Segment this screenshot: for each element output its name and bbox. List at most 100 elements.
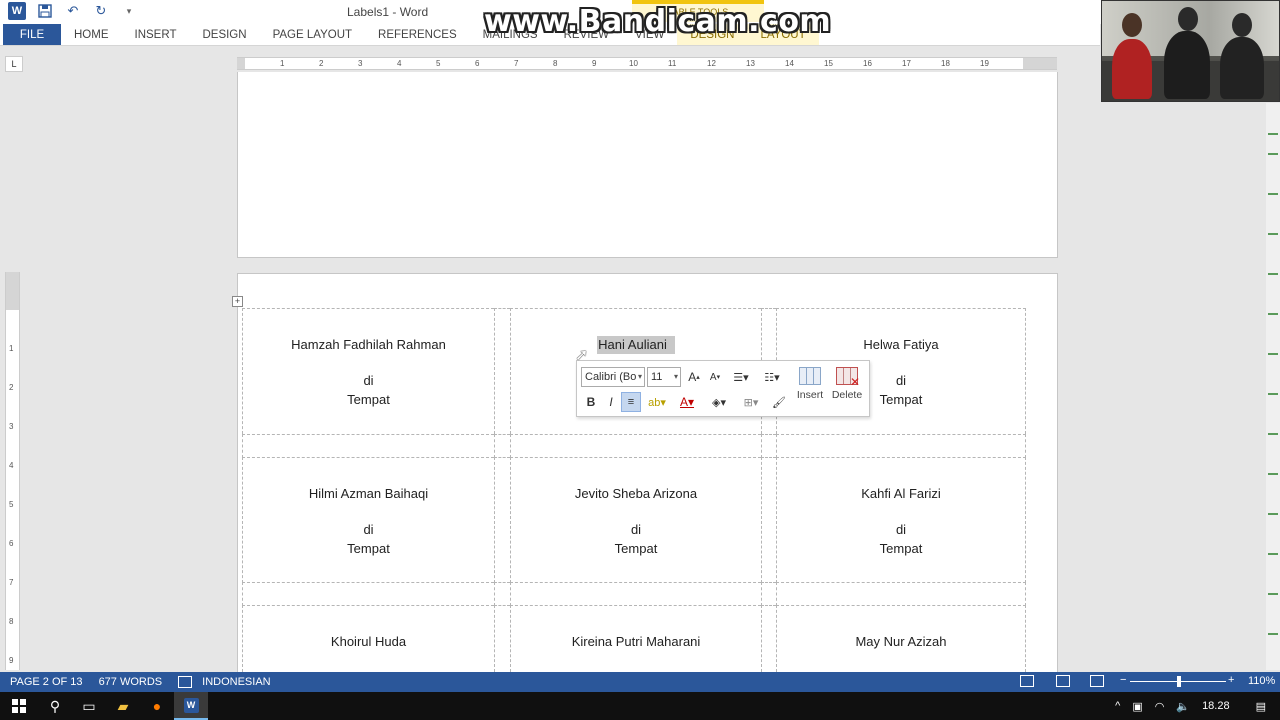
tab-selector[interactable]: L [5,56,23,72]
tab-home[interactable]: HOME [61,24,122,45]
delete-table-icon [836,367,860,389]
word-taskbar-icon[interactable]: W [174,692,208,720]
windows-taskbar: ⚲ ▭ ▰ ● W ^ ▣ ◠ 🔈 18.28 ▤ [0,692,1280,720]
start-button[interactable] [0,692,38,720]
label-cell[interactable]: Khoirul Huda [242,605,494,673]
delete-label: Delete [831,389,863,401]
zoom-in-button[interactable]: + [1228,674,1234,686]
tab-insert[interactable]: INSERT [122,24,190,45]
tab-page-layout[interactable]: PAGE LAYOUT [260,24,365,45]
gap-cell[interactable] [776,582,1026,606]
borders-icon[interactable]: ⊞▾ [737,392,765,412]
gap-cell[interactable] [510,582,761,606]
spacer-cell[interactable] [494,308,510,434]
web-layout-icon[interactable] [1090,675,1104,687]
scroll-marker [1268,593,1278,595]
grow-font-icon[interactable]: A ▴ [686,367,702,387]
clock[interactable]: 18.28 [1202,700,1230,712]
ruler-tick: 17 [902,59,911,68]
scroll-marker [1268,273,1278,275]
gap-cell[interactable] [242,582,494,606]
spacer-cell[interactable] [761,605,776,673]
proofing-icon[interactable] [178,676,193,688]
page-count[interactable]: PAGE 2 OF 13 [10,676,83,688]
chevron-up-icon[interactable]: ^ [1115,700,1120,712]
notification-icon[interactable]: ▤ [1256,700,1266,713]
shrink-font-icon[interactable]: A ▾ [707,367,723,387]
zoom-out-button[interactable]: − [1120,674,1126,686]
label-cell[interactable]: Hamzah Fadhilah Rahman di Tempat [242,308,494,434]
ruler-tick: 1 [280,59,285,68]
zoom-level[interactable]: 110% [1248,675,1275,687]
ruler-top-margin [6,272,19,310]
word-count[interactable]: 677 WORDS [99,676,163,688]
ruler-tick: 10 [629,59,638,68]
ruler-tick: 6 [9,539,14,548]
scroll-marker [1268,353,1278,355]
search-icon[interactable]: ⚲ [38,692,72,720]
ruler-tick: 13 [746,59,755,68]
insert-table-icon [799,367,821,385]
align-center-icon[interactable]: ≡ [621,392,641,412]
bullets-icon[interactable]: ☰▾ [729,367,753,387]
windows-icon [12,699,26,713]
highlight-icon[interactable]: ab▾ [644,392,670,412]
label-cell[interactable]: Jevito Sheba Arizona di Tempat [510,457,761,583]
customize-qat-icon[interactable]: ▾ [120,2,138,20]
page-1[interactable] [237,72,1058,258]
read-mode-icon[interactable] [1020,675,1034,687]
file-explorer-icon[interactable]: ▰ [106,692,140,720]
network-icon[interactable]: ▣ [1132,700,1142,713]
table-move-handle-icon[interactable]: + [232,296,243,307]
tab-references[interactable]: REFERENCES [365,24,470,45]
volume-icon[interactable]: 🔈 [1176,700,1190,713]
gap-cell[interactable] [494,582,510,606]
numbering-icon[interactable]: ☷▾ [760,367,784,387]
tab-design[interactable]: DESIGN [189,24,259,45]
label-name: Kireina Putri Maharani [571,634,701,649]
gap-cell[interactable] [776,434,1026,458]
scroll-marker [1268,233,1278,235]
gap-cell[interactable] [761,582,776,606]
horizontal-ruler[interactable]: 1 2 3 4 5 6 7 8 9 10 11 12 13 14 15 16 1… [237,57,1057,70]
italic-button[interactable]: I [603,392,619,412]
firefox-icon[interactable]: ● [140,692,174,720]
ruler-tick: 9 [9,656,14,665]
label-cell[interactable]: May Nur Azizah [776,605,1026,673]
bold-button[interactable]: B [583,392,599,412]
gap-cell[interactable] [494,434,510,458]
label-cell[interactable]: Kahfi Al Farizi di Tempat [776,457,1026,583]
spacer-cell[interactable] [761,457,776,583]
label-cell[interactable]: Hilmi Azman Baihaqi di Tempat [242,457,494,583]
wifi-icon[interactable]: ◠ [1155,700,1165,713]
insert-table-button[interactable]: Insert [791,365,829,413]
vertical-scrollbar[interactable] [1266,103,1280,670]
gap-cell[interactable] [510,434,761,458]
zoom-slider-thumb[interactable] [1177,676,1181,687]
chevron-down-icon: ▾ [673,372,678,381]
vertical-ruler[interactable]: 1 2 3 4 5 6 7 8 9 [5,272,20,670]
undo-icon[interactable]: ↶ [64,2,82,20]
gap-cell[interactable] [242,434,494,458]
tab-file[interactable]: FILE [3,24,61,45]
language-indicator[interactable]: INDONESIAN [202,676,270,688]
font-size-box[interactable]: 11 ▾ [647,367,681,387]
format-painter-icon[interactable]: 🖌 [771,392,787,412]
save-icon[interactable] [36,2,54,20]
word-app-icon[interactable]: W [8,2,26,20]
gap-cell[interactable] [761,434,776,458]
label-cell[interactable]: Kireina Putri Maharani [510,605,761,673]
scroll-marker [1268,133,1278,135]
spacer-cell[interactable] [494,457,510,583]
spacer-cell[interactable] [494,605,510,673]
font-color-icon[interactable]: A▾ [675,392,699,412]
shading-icon[interactable]: ◈▾ [705,392,733,412]
delete-table-button[interactable]: Delete [828,365,866,413]
ruler-tick: 19 [980,59,989,68]
label-line2: di [363,522,374,537]
scroll-marker [1268,313,1278,315]
task-view-icon[interactable]: ▭ [72,692,106,720]
font-name-box[interactable]: Calibri (Bo ▾ [581,367,645,387]
print-layout-icon[interactable] [1056,675,1070,687]
redo-icon[interactable]: ↻ [92,2,110,20]
